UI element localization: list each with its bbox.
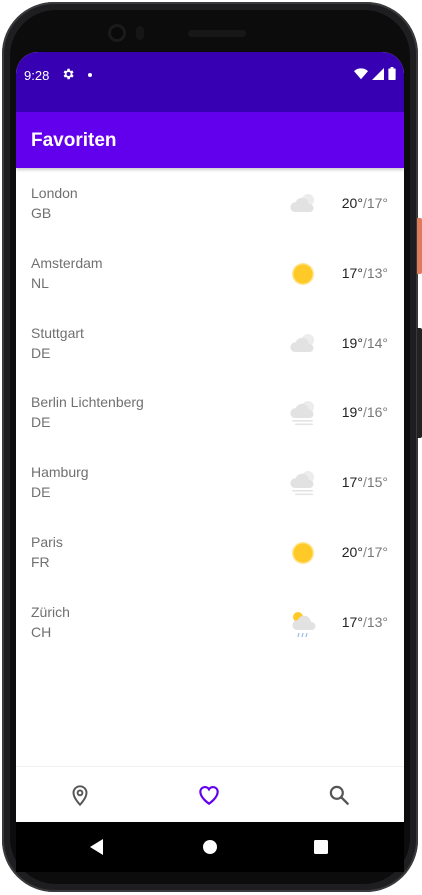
list-item[interactable]: Berlin Lichtenberg DE 19°/16° <box>16 377 404 447</box>
system-navigation-bar <box>16 822 404 872</box>
favorites-list: London GB 20°/17° Amsterdam NL 17°/13° S… <box>16 168 404 657</box>
power-button <box>417 218 422 274</box>
temp-high: 19° <box>341 404 363 421</box>
home-icon[interactable] <box>202 838 218 861</box>
temp-low: 13° <box>366 613 388 630</box>
list-item[interactable]: Paris FR 20°/17° <box>16 517 404 587</box>
page-title: Favoriten <box>31 130 117 151</box>
temp-low: 13° <box>366 264 388 281</box>
status-icons <box>354 67 396 80</box>
wifi-icon <box>354 67 368 79</box>
country-code: FR <box>31 553 50 570</box>
temp-high: 20° <box>341 543 363 560</box>
sun-rain-cloud-icon <box>286 606 320 640</box>
country-code: DE <box>31 344 51 361</box>
heart-icon[interactable] <box>196 782 222 808</box>
list-item[interactable]: Stuttgart DE 19°/14° <box>16 308 404 378</box>
country-code: DE <box>31 414 51 431</box>
city-name: Berlin Lichtenberg <box>31 394 144 411</box>
city-name: Stuttgart <box>31 324 84 341</box>
earpiece-speaker <box>188 30 246 37</box>
location-pin-icon[interactable] <box>67 782 93 808</box>
temperature: 17°/13° <box>341 613 388 630</box>
search-icon[interactable] <box>326 782 352 808</box>
temp-high: 17° <box>341 613 363 630</box>
status-time: 9:28 <box>24 68 50 83</box>
temperature: 19°/16° <box>341 404 388 421</box>
list-item[interactable]: London GB 20°/17° <box>16 168 404 238</box>
city-name: Paris <box>31 533 63 550</box>
temp-high: 19° <box>341 334 363 351</box>
city-name: London <box>31 185 78 201</box>
city-name: Hamburg <box>31 464 89 481</box>
recents-icon[interactable] <box>313 838 329 861</box>
volume-button <box>417 328 422 438</box>
cloud-icon <box>286 327 320 361</box>
fog-icon <box>286 396 320 430</box>
country-code: DE <box>31 484 51 501</box>
sun-icon <box>286 257 320 291</box>
bottom-navigation <box>16 766 404 822</box>
temperature: 17°/15° <box>341 474 388 491</box>
temp-high: 17° <box>341 474 363 491</box>
temp-low: 16° <box>366 404 388 421</box>
temperature: 17°/13° <box>341 264 388 281</box>
fog-icon <box>286 466 320 500</box>
sun-icon <box>286 536 320 570</box>
app-bar: Favoriten <box>16 112 404 168</box>
temp-high: 17° <box>341 264 363 281</box>
signal-icon <box>372 67 384 80</box>
country-code: GB <box>31 205 52 221</box>
temp-low: 17° <box>366 195 388 211</box>
temperature: 20°/17° <box>341 543 388 560</box>
city-name: Amsterdam <box>31 254 103 271</box>
temp-low: 17° <box>366 543 388 560</box>
cloud-icon <box>286 187 320 221</box>
temp-low: 15° <box>366 474 388 491</box>
sensor <box>136 26 144 40</box>
temperature: 19°/14° <box>341 334 388 351</box>
country-code: CH <box>31 623 52 640</box>
list-item[interactable]: Amsterdam NL 17°/13° <box>16 238 404 308</box>
list-item[interactable]: Zürich CH 17°/13° <box>16 587 404 657</box>
temperature: 20°/17° <box>341 195 388 211</box>
country-code: NL <box>31 274 49 291</box>
app-screen: 9:28 Favoriten London GB 20°/17° Amsterd… <box>16 52 404 822</box>
front-camera <box>108 24 126 42</box>
notification-dot-icon <box>88 73 92 77</box>
battery-icon <box>388 67 396 80</box>
temp-high: 20° <box>341 195 363 211</box>
list-item[interactable]: Hamburg DE 17°/15° <box>16 447 404 517</box>
back-icon[interactable] <box>89 838 105 861</box>
city-name: Zürich <box>31 603 70 620</box>
temp-low: 14° <box>366 334 388 351</box>
status-bar: 9:28 <box>16 52 404 112</box>
settings-gear-icon <box>61 67 75 86</box>
